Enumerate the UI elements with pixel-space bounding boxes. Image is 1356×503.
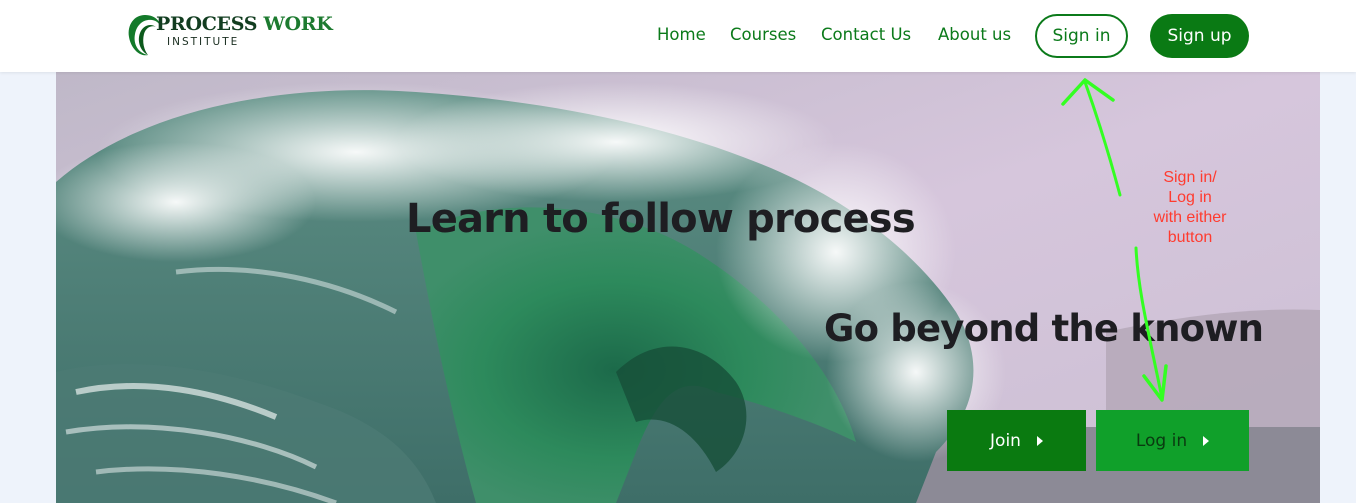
nav-courses[interactable]: Courses xyxy=(730,25,796,44)
annotation-note: Sign in/ Log in with either button xyxy=(1140,168,1240,248)
annotation-line: button xyxy=(1167,229,1213,246)
annotation-line: Sign in/ xyxy=(1163,169,1217,186)
hero-headline: Learn to follow process xyxy=(406,196,916,242)
annotation-line: with either xyxy=(1153,209,1227,226)
caret-right-icon xyxy=(1036,435,1043,446)
logo-name-part2: WORK xyxy=(263,13,333,35)
caret-right-icon xyxy=(1203,435,1210,446)
sign-up-button[interactable]: Sign up xyxy=(1150,14,1249,58)
sign-in-button[interactable]: Sign in xyxy=(1035,14,1128,58)
annotation-line: Log in xyxy=(1168,189,1212,206)
hero-subheadline: Go beyond the known xyxy=(824,307,1264,350)
nav-contact-us[interactable]: Contact Us xyxy=(821,25,911,44)
nav-about-us[interactable]: About us xyxy=(938,25,1011,44)
logo[interactable]: PROCESS WORK INSTITUTE xyxy=(126,11,356,61)
log-in-button-label: Log in xyxy=(1135,430,1188,451)
logo-name: PROCESS WORK xyxy=(156,13,333,35)
nav-home[interactable]: Home xyxy=(657,25,706,44)
site-header: PROCESS WORK INSTITUTE Home Courses Cont… xyxy=(0,0,1356,72)
join-button[interactable]: Join xyxy=(947,410,1086,471)
log-in-button[interactable]: Log in xyxy=(1096,410,1249,471)
join-button-label: Join xyxy=(990,430,1021,451)
logo-name-part1: PROCESS xyxy=(156,13,258,35)
logo-subtitle: INSTITUTE xyxy=(167,36,240,48)
